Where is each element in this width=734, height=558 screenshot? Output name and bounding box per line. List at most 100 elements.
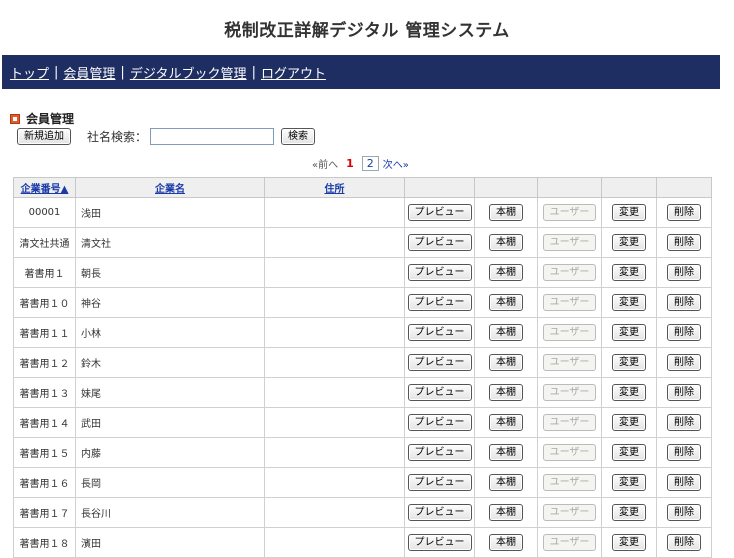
company-number-cell: 著書用１７ — [13, 497, 76, 528]
delete-button[interactable]: 削除 — [667, 324, 701, 341]
preview-button[interactable]: プレビュー — [407, 414, 472, 431]
edit-button[interactable]: 変更 — [612, 234, 646, 251]
edit-button[interactable]: 変更 — [612, 384, 646, 401]
sort-company-name-link[interactable]: 企業名 — [155, 184, 185, 195]
bookshelf-button[interactable]: 本棚 — [489, 534, 523, 551]
user-cell: ユーザー — [537, 347, 602, 378]
bookshelf-button[interactable]: 本棚 — [489, 294, 523, 311]
company-name-cell: 長岡 — [75, 467, 265, 498]
edit-button[interactable]: 変更 — [612, 354, 646, 371]
user-button: ユーザー — [542, 414, 597, 431]
bookshelf-button[interactable]: 本棚 — [489, 234, 523, 251]
preview-button[interactable]: プレビュー — [407, 474, 472, 491]
company-name-cell: 濱田 — [75, 527, 265, 558]
add-new-button[interactable]: 新規追加 — [17, 128, 71, 145]
user-cell: ユーザー — [537, 437, 602, 468]
bookshelf-cell: 本棚 — [474, 437, 538, 468]
edit-button[interactable]: 変更 — [612, 324, 646, 341]
preview-button[interactable]: プレビュー — [407, 354, 472, 371]
delete-button[interactable]: 削除 — [667, 444, 701, 461]
nav-item-top[interactable]: トップ — [10, 63, 49, 82]
edit-button[interactable]: 変更 — [612, 294, 646, 311]
bookshelf-cell: 本棚 — [474, 287, 538, 318]
address-cell — [264, 197, 405, 228]
delete-button[interactable]: 削除 — [667, 384, 701, 401]
edit-button[interactable]: 変更 — [612, 444, 646, 461]
user-cell: ユーザー — [537, 407, 602, 438]
preview-button[interactable]: プレビュー — [407, 534, 472, 551]
user-cell: ユーザー — [537, 527, 602, 558]
preview-cell: プレビュー — [404, 497, 475, 528]
company-number-cell: 00001 — [13, 197, 76, 228]
search-button[interactable]: 検索 — [281, 128, 316, 145]
company-name-cell: 神谷 — [75, 287, 265, 318]
address-cell — [264, 317, 405, 348]
table-row: 著書用１８ 濱田 プレビュー 本棚 ユーザー 変更 削除 — [13, 527, 712, 558]
bookshelf-button[interactable]: 本棚 — [489, 384, 523, 401]
delete-button[interactable]: 削除 — [667, 234, 701, 251]
edit-button[interactable]: 変更 — [612, 534, 646, 551]
edit-cell: 変更 — [601, 287, 657, 318]
preview-cell: プレビュー — [404, 407, 475, 438]
user-cell: ユーザー — [537, 467, 602, 498]
bookshelf-button[interactable]: 本棚 — [489, 414, 523, 431]
delete-button[interactable]: 削除 — [667, 504, 701, 521]
preview-cell: プレビュー — [404, 377, 475, 408]
bookshelf-button[interactable]: 本棚 — [489, 444, 523, 461]
bookshelf-button[interactable]: 本棚 — [489, 354, 523, 371]
delete-button[interactable]: 削除 — [667, 204, 701, 221]
pagination-next[interactable]: 次へ» — [383, 156, 409, 171]
delete-button[interactable]: 削除 — [667, 414, 701, 431]
nav-separator: | — [120, 64, 125, 80]
bookshelf-button[interactable]: 本棚 — [489, 324, 523, 341]
nav-item-members[interactable]: 会員管理 — [63, 63, 115, 82]
preview-button[interactable]: プレビュー — [407, 234, 472, 251]
table-row: 著書用１４ 武田 プレビュー 本棚 ユーザー 変更 削除 — [13, 407, 712, 438]
delete-button[interactable]: 削除 — [667, 354, 701, 371]
nav-item-logout[interactable]: ログアウト — [261, 63, 326, 82]
address-cell — [264, 497, 405, 528]
delete-button[interactable]: 削除 — [667, 294, 701, 311]
bookshelf-button[interactable]: 本棚 — [489, 504, 523, 521]
edit-cell: 変更 — [601, 377, 657, 408]
bookshelf-cell: 本棚 — [474, 347, 538, 378]
header-edit-col — [601, 177, 657, 198]
header-bookshelf-col — [474, 177, 538, 198]
header-delete-col — [656, 177, 712, 198]
preview-button[interactable]: プレビュー — [407, 264, 472, 281]
sort-company-number-link[interactable]: 企業番号▲ — [21, 184, 69, 195]
delete-button[interactable]: 削除 — [667, 264, 701, 281]
delete-cell: 削除 — [656, 317, 712, 348]
nav-separator: | — [251, 64, 256, 80]
company-number-cell: 著書用１６ — [13, 467, 76, 498]
edit-cell: 変更 — [601, 407, 657, 438]
edit-button[interactable]: 変更 — [612, 204, 646, 221]
edit-button[interactable]: 変更 — [612, 504, 646, 521]
pagination-page-2[interactable]: 2 — [361, 156, 379, 171]
company-search-input[interactable] — [150, 128, 275, 145]
user-button: ユーザー — [542, 204, 597, 221]
preview-button[interactable]: プレビュー — [407, 384, 472, 401]
preview-button[interactable]: プレビュー — [407, 324, 472, 341]
delete-button[interactable]: 削除 — [667, 534, 701, 551]
address-cell — [264, 257, 405, 288]
address-cell — [264, 287, 405, 318]
bookshelf-button[interactable]: 本棚 — [489, 264, 523, 281]
sort-address-link[interactable]: 住所 — [325, 184, 345, 195]
user-button: ユーザー — [542, 234, 597, 251]
preview-button[interactable]: プレビュー — [407, 444, 472, 461]
preview-button[interactable]: プレビュー — [407, 294, 472, 311]
user-button: ユーザー — [542, 384, 597, 401]
edit-button[interactable]: 変更 — [612, 414, 646, 431]
delete-cell: 削除 — [656, 197, 712, 228]
address-cell — [264, 467, 405, 498]
delete-button[interactable]: 削除 — [667, 474, 701, 491]
bookshelf-button[interactable]: 本棚 — [489, 474, 523, 491]
preview-button[interactable]: プレビュー — [407, 204, 472, 221]
bookshelf-button[interactable]: 本棚 — [489, 204, 523, 221]
edit-button[interactable]: 変更 — [612, 474, 646, 491]
edit-button[interactable]: 変更 — [612, 264, 646, 281]
nav-item-digital-books[interactable]: デジタルブック管理 — [130, 63, 247, 82]
preview-button[interactable]: プレビュー — [407, 504, 472, 521]
address-cell — [264, 527, 405, 558]
